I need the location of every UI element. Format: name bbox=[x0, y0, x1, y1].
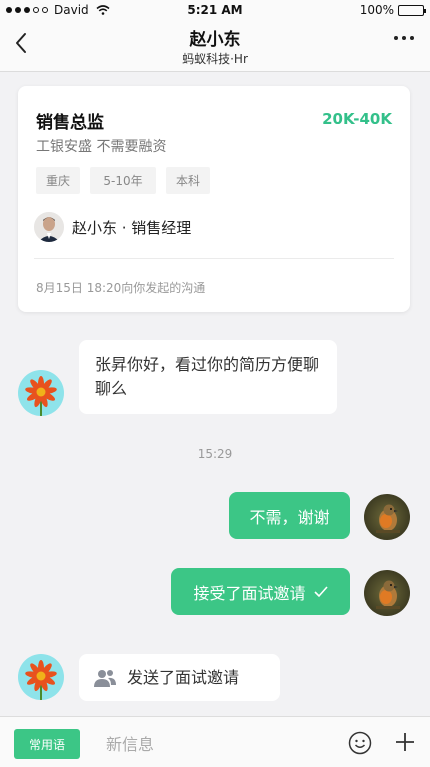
salary: 20K-40K bbox=[322, 110, 392, 128]
recruiter-info: 赵小东 · 销售经理 bbox=[34, 212, 191, 242]
recruiter-name: 赵小东 · 销售经理 bbox=[72, 218, 192, 237]
job-tags: 重庆 5-10年 本科 bbox=[36, 167, 210, 194]
emoji-icon[interactable] bbox=[348, 731, 372, 755]
message-timestamp: 15:29 bbox=[197, 447, 233, 461]
sender-avatar[interactable] bbox=[18, 654, 64, 700]
recruiter-avatar bbox=[34, 212, 64, 242]
message-input[interactable] bbox=[106, 731, 326, 757]
page-title: 赵小东 bbox=[189, 30, 241, 50]
status-bar: David 5:21 AM 100% bbox=[0, 0, 430, 20]
tag-education: 本科 bbox=[166, 167, 210, 194]
more-icon[interactable] bbox=[394, 36, 414, 40]
message-bubble-sent: 不需，谢谢 bbox=[229, 492, 350, 539]
company-description: 工银安盛 不需要融资 bbox=[36, 139, 167, 155]
message-bubble-received: 发送了面试邀请 bbox=[79, 654, 280, 701]
sender-avatar[interactable] bbox=[18, 370, 64, 416]
message-text: 发送了面试邀请 bbox=[127, 667, 240, 687]
job-card[interactable]: 销售总监 20K-40K 工银安盛 不需要融资 重庆 5-10年 本科 赵小东 … bbox=[18, 86, 410, 312]
message-bubble-sent: 接受了面试邀请 bbox=[171, 568, 350, 615]
plus-icon[interactable] bbox=[394, 731, 416, 753]
tag-location: 重庆 bbox=[36, 167, 80, 194]
battery-icon bbox=[398, 4, 426, 16]
people-icon bbox=[94, 669, 116, 687]
user-avatar[interactable] bbox=[364, 494, 410, 540]
message-text: 不需，谢谢 bbox=[249, 507, 330, 527]
battery-status: 100% bbox=[359, 3, 426, 17]
input-bar: 常用语 bbox=[0, 716, 430, 767]
divider bbox=[34, 258, 394, 259]
check-icon bbox=[313, 585, 328, 597]
page-subtitle: 蚂蚁科技·Hr bbox=[182, 52, 248, 66]
tag-experience: 5-10年 bbox=[90, 167, 156, 194]
battery-percent: 100% bbox=[359, 3, 394, 17]
message-text: 张昇你好，看过你的简历方便聊聊么 bbox=[95, 355, 320, 398]
user-avatar[interactable] bbox=[364, 570, 410, 616]
message-bubble-received: 张昇你好，看过你的简历方便聊聊么 bbox=[79, 340, 337, 414]
message-text: 接受了面试邀请 bbox=[193, 583, 306, 603]
header: David 5:21 AM 100% 赵小东 蚂蚁科技·Hr bbox=[0, 0, 430, 72]
communication-time: 8月15日 18:20向你发起的沟通 bbox=[36, 281, 206, 295]
common-phrases-button[interactable]: 常用语 bbox=[14, 729, 80, 759]
job-title: 销售总监 bbox=[36, 113, 104, 133]
